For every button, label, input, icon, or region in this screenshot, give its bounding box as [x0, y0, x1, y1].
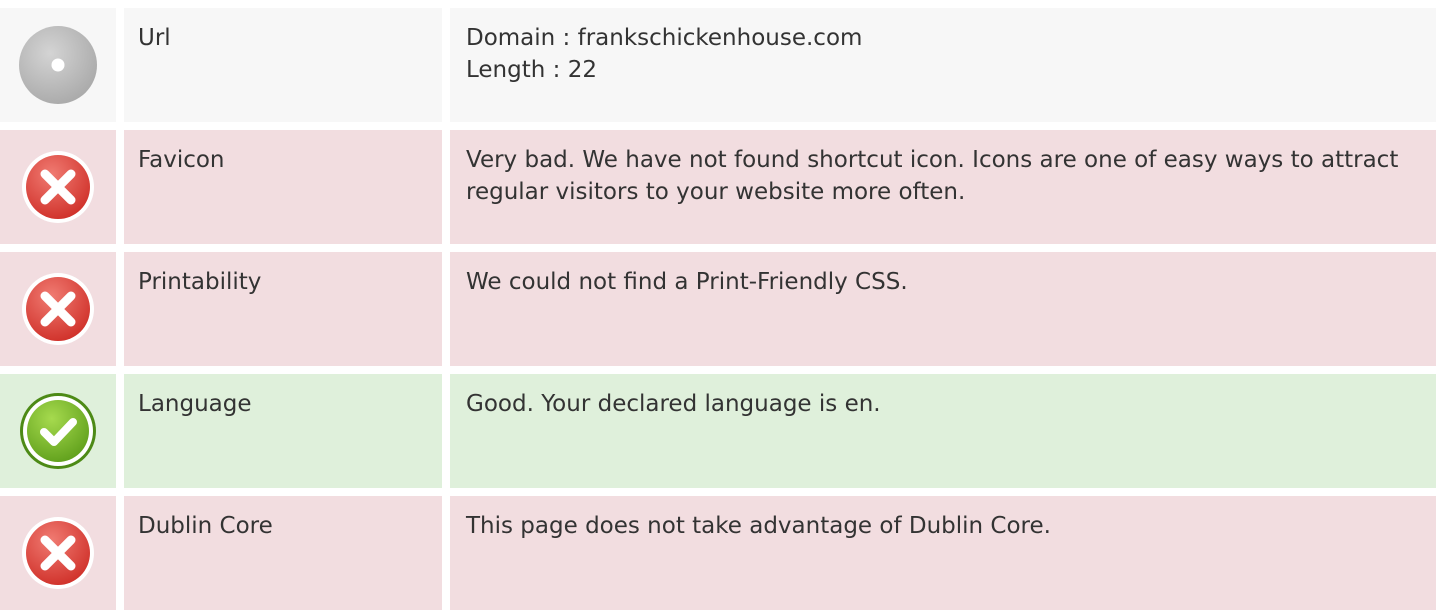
dublin-core-message: This page does not take advantage of Dub… — [466, 513, 1051, 539]
length-text: Length : 22 — [466, 57, 597, 83]
status-cell — [0, 374, 116, 488]
language-message: Good. Your declared language is en. — [466, 391, 881, 417]
status-cell — [0, 496, 116, 610]
success-check-icon — [18, 391, 98, 471]
domain-text: Domain : frankschickenhouse.com — [466, 25, 863, 51]
report-row-language: Language Good. Your declared language is… — [0, 374, 1436, 488]
row-value-language: Good. Your declared language is en. — [450, 374, 1436, 488]
row-value-printability: We could not find a Print-Friendly CSS. — [450, 252, 1436, 366]
row-label-dublin-core: Dublin Core — [124, 496, 442, 610]
report-row-favicon: Favicon Very bad. We have not found shor… — [0, 130, 1436, 244]
seo-report-table: Url Domain : frankschickenhouse.com Leng… — [0, 8, 1436, 610]
row-value-dublin-core: This page does not take advantage of Dub… — [450, 496, 1436, 610]
error-x-icon — [20, 271, 96, 347]
row-label-favicon: Favicon — [124, 130, 442, 244]
status-cell — [0, 8, 116, 122]
neutral-circle-icon — [17, 24, 99, 106]
printability-message: We could not find a Print-Friendly CSS. — [466, 269, 908, 295]
error-x-icon — [20, 149, 96, 225]
row-label-printability: Printability — [124, 252, 442, 366]
report-row-printability: Printability We could not find a Print-F… — [0, 252, 1436, 366]
row-label-url: Url — [124, 8, 442, 122]
error-x-icon — [20, 515, 96, 591]
status-cell — [0, 252, 116, 366]
row-label-language: Language — [124, 374, 442, 488]
report-row-dublin-core: Dublin Core This page does not take adva… — [0, 496, 1436, 610]
row-value-favicon: Very bad. We have not found shortcut ico… — [450, 130, 1436, 244]
favicon-message: Very bad. We have not found shortcut ico… — [466, 147, 1399, 205]
status-cell — [0, 130, 116, 244]
report-row-url: Url Domain : frankschickenhouse.com Leng… — [0, 8, 1436, 122]
row-value-url: Domain : frankschickenhouse.com Length :… — [450, 8, 1436, 122]
